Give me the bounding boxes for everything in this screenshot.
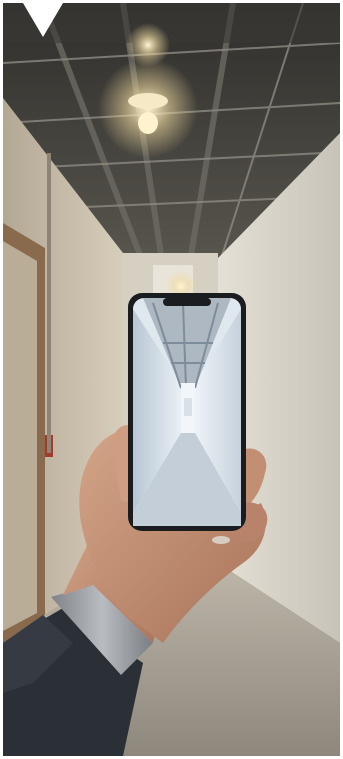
triangle-down-icon	[23, 3, 63, 37]
smartphone	[128, 293, 246, 531]
photo	[3, 3, 340, 756]
photo-frame	[3, 3, 340, 756]
